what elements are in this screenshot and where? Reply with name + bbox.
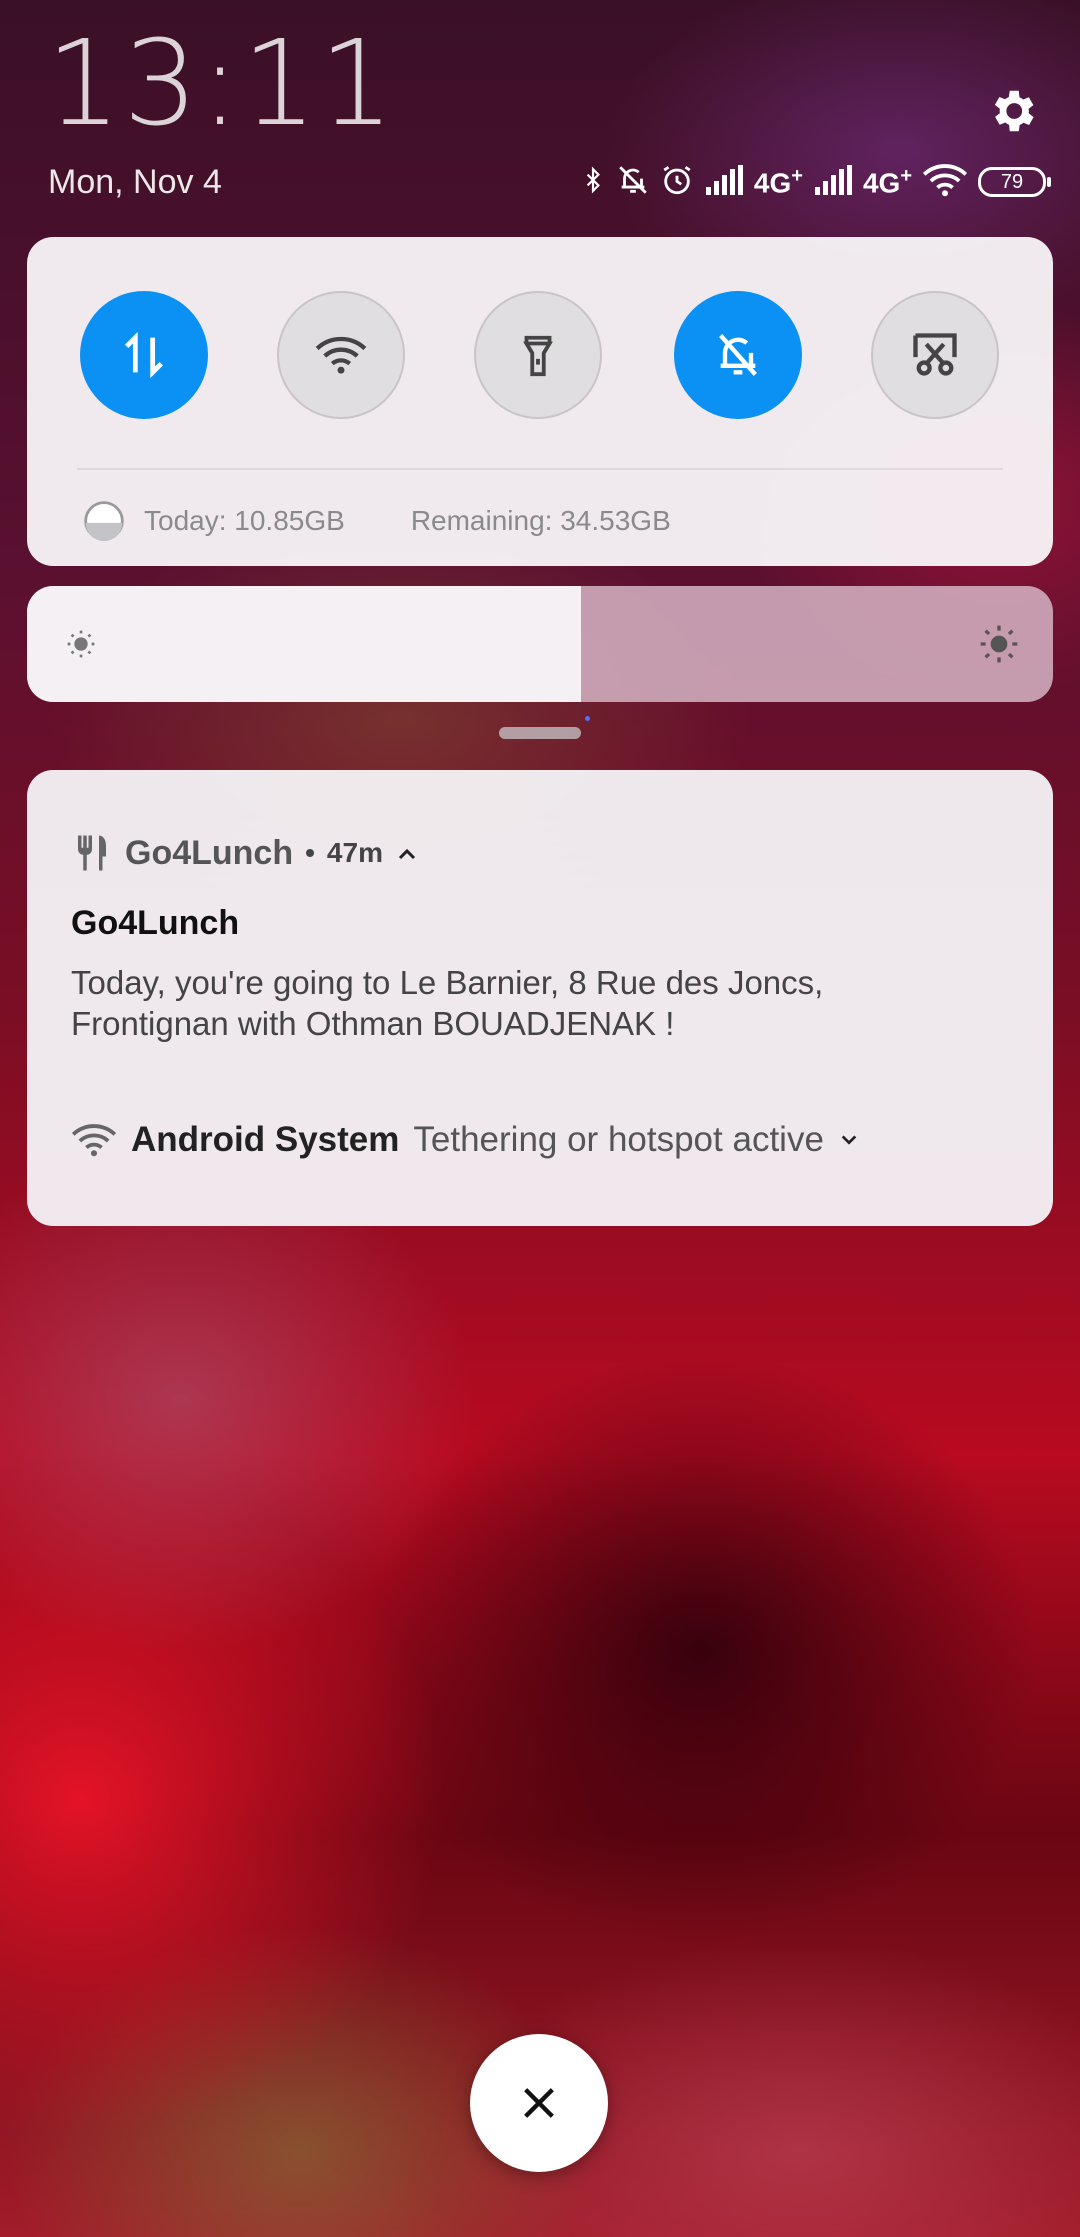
network-type-1: 4G+	[753, 164, 803, 199]
date: Mon, Nov 4	[48, 163, 222, 201]
wifi-icon	[922, 163, 968, 202]
system-notification[interactable]: Android System Tethering or hotspot acti…	[71, 1120, 860, 1160]
brightness-low-icon	[67, 630, 95, 658]
screenshot-toggle[interactable]	[871, 291, 999, 419]
quick-settings-panel: Today: 10.85GB Remaining: 34.53GB	[27, 237, 1053, 566]
brightness-fill	[27, 586, 582, 702]
notifications-off-icon	[616, 163, 650, 202]
signal-icon	[704, 164, 744, 200]
drag-handle[interactable]	[499, 727, 581, 739]
separator: •	[305, 837, 315, 868]
signal-icon	[813, 164, 853, 200]
data-remaining: Remaining: 34.53GB	[410, 505, 671, 536]
system-app-name: Android System	[131, 1120, 400, 1159]
data-usage-icon	[84, 501, 124, 542]
notification-time: 47m	[326, 837, 383, 868]
brightness-slider[interactable]	[27, 586, 1053, 702]
system-text: Tethering or hotspot active	[413, 1120, 824, 1159]
bell-off-icon	[719, 334, 757, 376]
app-name: Go4Lunch	[125, 833, 294, 872]
clear-all-button[interactable]	[470, 2034, 608, 2172]
battery-icon: 79	[978, 167, 1051, 197]
data-today: Today: 10.85GB	[144, 505, 345, 536]
network-type-2: 4G+	[862, 164, 912, 199]
divider	[77, 468, 1003, 470]
alarm-icon	[660, 163, 694, 202]
flashlight-icon	[523, 335, 553, 377]
notification-title: Go4Lunch	[71, 904, 240, 942]
mobile-data-toggle[interactable]	[80, 291, 208, 419]
data-usage[interactable]: Today: 10.85GB Remaining: 34.53GB	[82, 499, 671, 543]
wifi-toggle[interactable]	[277, 291, 405, 419]
bluetooth-icon	[580, 163, 606, 202]
chevron-down-icon[interactable]	[838, 1131, 860, 1149]
silent-toggle[interactable]	[674, 291, 802, 419]
close-icon	[524, 2088, 554, 2118]
data-transfer-icon	[124, 331, 164, 379]
gear-icon[interactable]	[985, 84, 1039, 138]
notification-card[interactable]: Go4Lunch • 47m Go4Lunch Today, you're go…	[27, 770, 1053, 1226]
indicator-dot	[585, 716, 590, 721]
notification-body: Today, you're going to Le Barnier, 8 Rue…	[71, 964, 824, 1042]
restaurant-icon	[78, 835, 106, 871]
flashlight-toggle[interactable]	[474, 291, 602, 419]
hotspot-icon	[71, 1124, 117, 1157]
wifi-icon	[315, 336, 367, 374]
scissors-icon	[913, 333, 957, 376]
status-icons: 4G+ 4G+ 79	[580, 162, 1051, 202]
chevron-up-icon[interactable]	[395, 843, 419, 863]
clock: 13:11	[46, 14, 397, 152]
notification-header: Go4Lunch • 47m	[71, 830, 419, 876]
brightness-high-icon	[980, 625, 1018, 663]
